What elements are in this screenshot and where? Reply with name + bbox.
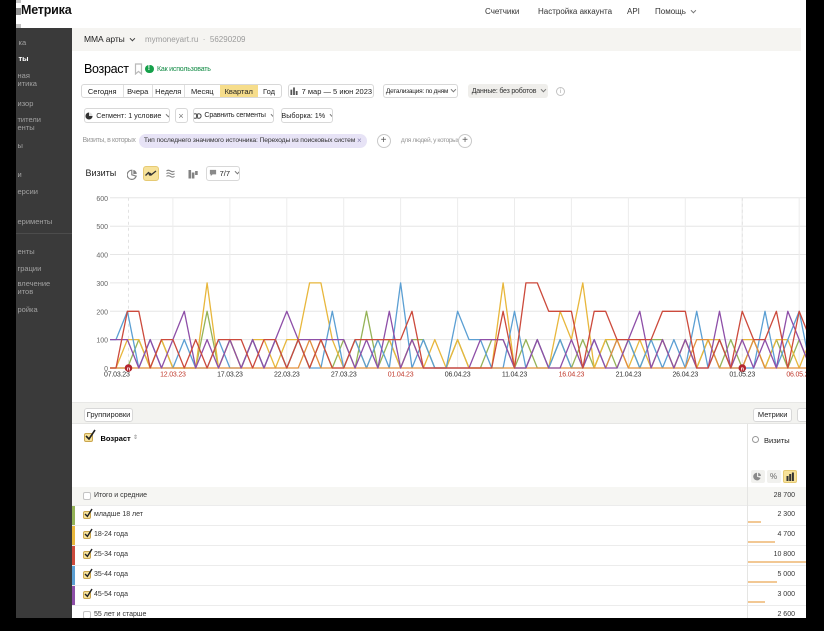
- svg-text:01.05.23: 01.05.23: [729, 372, 755, 379]
- svg-text:100: 100: [96, 338, 108, 345]
- svg-text:07.03.23: 07.03.23: [104, 372, 130, 379]
- svg-text:01.04.23: 01.04.23: [388, 372, 414, 379]
- svg-text:500: 500: [96, 224, 108, 231]
- svg-text:200: 200: [96, 309, 108, 316]
- svg-text:27.03.23: 27.03.23: [331, 372, 357, 379]
- svg-text:17.03.23: 17.03.23: [217, 372, 243, 379]
- svg-text:12.03.23: 12.03.23: [160, 372, 186, 379]
- svg-text:300: 300: [96, 281, 108, 288]
- svg-text:22.03.23: 22.03.23: [274, 372, 300, 379]
- svg-text:16.04.23: 16.04.23: [559, 372, 585, 379]
- svg-text:400: 400: [96, 253, 108, 260]
- svg-text:600: 600: [96, 196, 108, 203]
- svg-text:11.04.23: 11.04.23: [502, 372, 527, 379]
- svg-text:06.04.23: 06.04.23: [445, 372, 471, 379]
- svg-text:26.04.23: 26.04.23: [672, 372, 698, 379]
- svg-text:21.04.23: 21.04.23: [616, 372, 642, 379]
